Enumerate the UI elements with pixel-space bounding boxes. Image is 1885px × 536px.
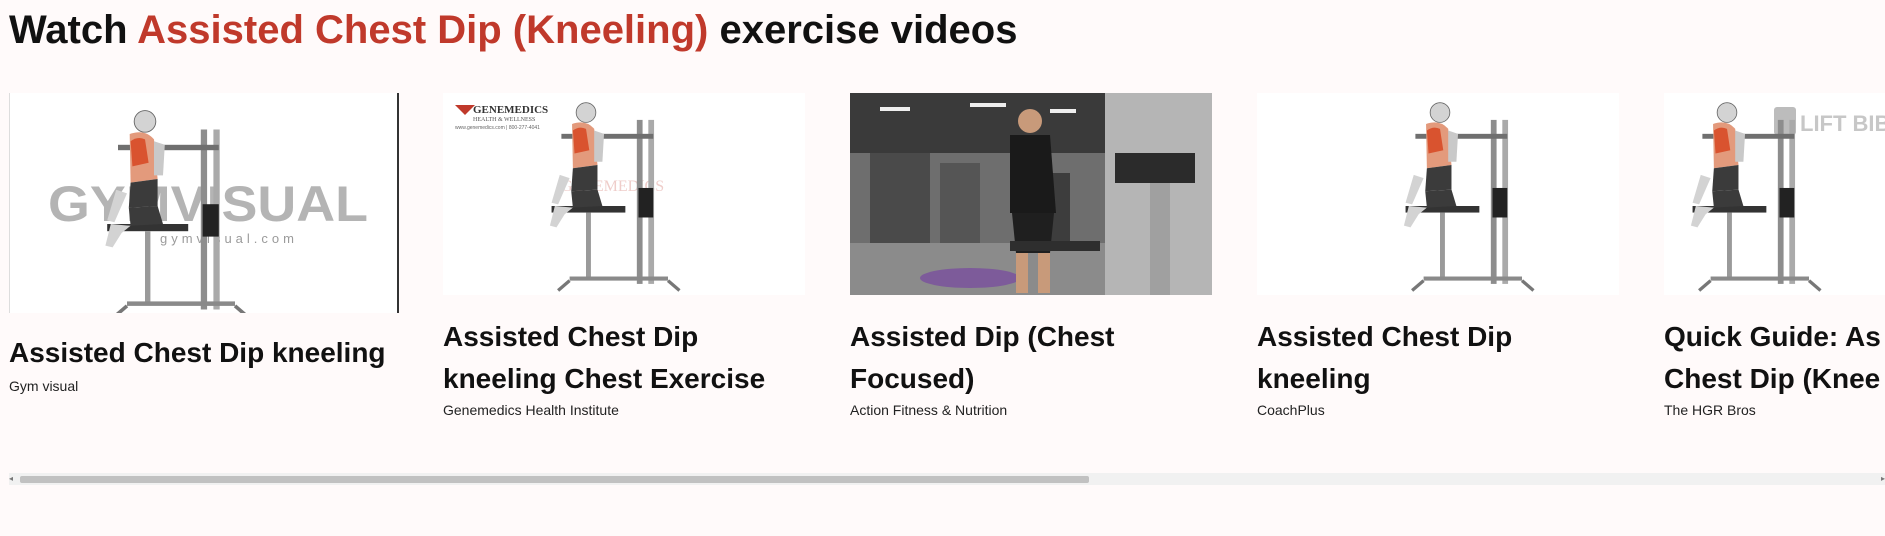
video-title[interactable]: Assisted Chest Dip kneeling Chest Exercis… (443, 316, 823, 400)
video-thumbnail[interactable]: GENEMEDICS HEALTH & WELLNESS www.genemed… (443, 93, 805, 295)
title-prefix: Watch (9, 8, 128, 52)
video-title[interactable]: Assisted Chest Dip kneeling (1257, 316, 1637, 400)
scrollbar-thumb[interactable] (20, 476, 1089, 483)
video-carousel[interactable]: GYMVISUAL gymvisual.com Assisted Chest D… (0, 90, 1885, 470)
video-thumbnail[interactable]: GYMVISUAL gymvisual.com (9, 93, 399, 313)
video-source: Gym visual (9, 378, 79, 394)
svg-text:HEALTH & WELLNESS: HEALTH & WELLNESS (473, 117, 535, 123)
video-title[interactable]: Assisted Dip (Chest Focused) (850, 316, 1230, 400)
scroll-right-arrow-icon[interactable]: ▸ (1881, 475, 1885, 483)
video-source: Genemedics Health Institute (443, 402, 619, 418)
title-exercise-name: Assisted Chest Dip (Kneeling) (137, 8, 709, 52)
video-thumbnail[interactable] (850, 93, 1212, 295)
svg-text:LIFT BIB: LIFT BIB (1800, 111, 1885, 136)
video-source: CoachPlus (1257, 402, 1325, 418)
video-thumbnail[interactable] (1257, 93, 1619, 295)
video-source: The HGR Bros (1664, 402, 1756, 418)
horizontal-scrollbar[interactable]: ◂ ▸ (9, 473, 1885, 485)
page-title: Watch Assisted Chest Dip (Kneeling) exer… (9, 4, 1017, 56)
svg-text:GENEMEDICS: GENEMEDICS (473, 104, 548, 116)
watermark-sub: gymvisual.com (160, 231, 298, 246)
video-title[interactable]: Assisted Chest Dip kneeling (9, 332, 389, 374)
svg-text:www.genemedics.com | 800-277-4: www.genemedics.com | 800-277-4041 (455, 125, 540, 131)
video-source: Action Fitness & Nutrition (850, 402, 1008, 418)
video-title[interactable]: Quick Guide: As Chest Dip (Knee (1664, 316, 1885, 400)
scroll-left-arrow-icon[interactable]: ◂ (9, 475, 13, 483)
title-suffix: exercise videos (719, 8, 1018, 52)
video-thumbnail[interactable]: LIFT BIB (1664, 93, 1885, 295)
